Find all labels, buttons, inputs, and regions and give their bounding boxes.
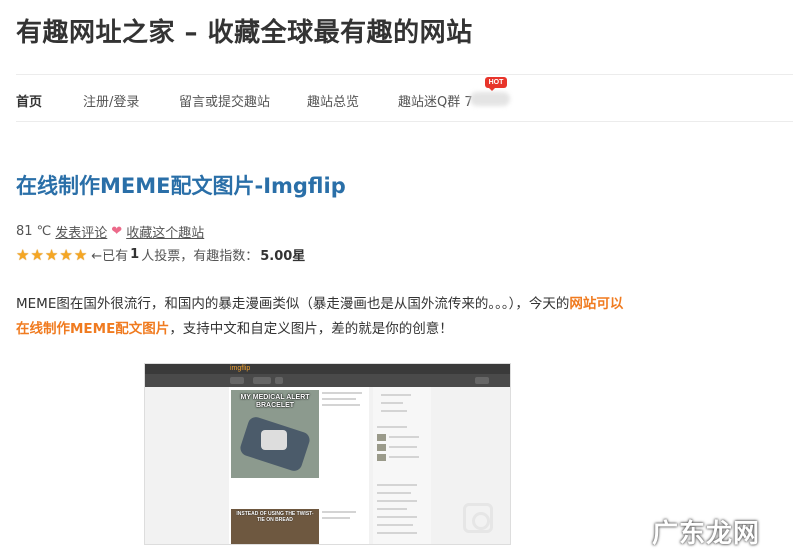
rating: ★ ★ ★ ★ ★ ←已有 1 人投票，有趣指数： 5.00星 (16, 245, 307, 265)
comment-link[interactable]: 发表评论 (55, 222, 107, 241)
heart-icon[interactable]: ❤ (111, 224, 122, 239)
star-icon[interactable]: ★ (45, 246, 58, 264)
desc-part2: ，支持中文和自定义图片，差的就是你的创意！ (169, 321, 453, 337)
screenshot-menubar (145, 374, 510, 387)
site-watermark: 广东龙网 (652, 519, 761, 549)
star-icon[interactable]: ★ (16, 246, 29, 264)
site-title[interactable]: 有趣网址之家 – 收藏全球最有趣的网站 (16, 12, 473, 49)
star-icon[interactable]: ★ (74, 246, 87, 264)
nav-item-register-login[interactable]: 注册/登录 (83, 91, 139, 110)
meme-caption: INSTEAD OF USING THE TWIST-TIE ON BREAD (236, 511, 314, 523)
rating-middle: 人投票，有趣指数： (141, 249, 259, 264)
meme-image-bracelet: MY MEDICAL ALERT BRACELET (231, 390, 319, 478)
post-title[interactable]: 在线制作MEME配文图片-Imgflip (16, 170, 346, 200)
rating-prefix: ←已有 (91, 249, 129, 264)
nav-item-overview[interactable]: 趣站总览 (307, 91, 359, 110)
blurred-number (470, 92, 510, 106)
star-icon[interactable]: ★ (30, 246, 43, 264)
vote-count: 1 (130, 247, 140, 262)
nav-item-submit[interactable]: 留言或提交趣站 (179, 91, 270, 110)
star-icon[interactable]: ★ (59, 246, 72, 264)
meme-image-dog: INSTEAD OF USING THE TWIST-TIE ON BREAD (231, 509, 319, 544)
nav-item-qq-group[interactable]: 趣站迷Q群 7 (398, 91, 473, 110)
watermark-logo-icon (463, 503, 493, 533)
meme-caption: MY MEDICAL ALERT BRACELET (240, 394, 310, 409)
post-description: MEME图在国外很流行，和国内的暴走漫画类似（暴走漫画也是从国外流传来的。。。）… (16, 292, 636, 342)
temperature: 81 ℃ (16, 224, 52, 239)
nav-item-home[interactable]: 首页 (16, 91, 42, 110)
hot-badge: HOT (485, 77, 507, 91)
desc-part1: MEME图在国外很流行，和国内的暴走漫画类似（暴走漫画也是从国外流传来的。。。）… (16, 296, 570, 312)
screenshot-topbar: imgflip (145, 364, 510, 374)
embedded-site-screenshot: imgflip MY MEDICAL ALERT BRACELET INSTEA… (144, 363, 511, 545)
rating-stars[interactable]: ★ ★ ★ ★ ★ (16, 246, 87, 264)
imgflip-logo: imgflip (230, 365, 251, 372)
post-meta: 81 ℃ 发表评论 ❤ 收藏这个趣站 (16, 222, 204, 241)
favorite-link[interactable]: 收藏这个趣站 (126, 222, 204, 241)
rating-score: 5.00星 (260, 249, 306, 264)
